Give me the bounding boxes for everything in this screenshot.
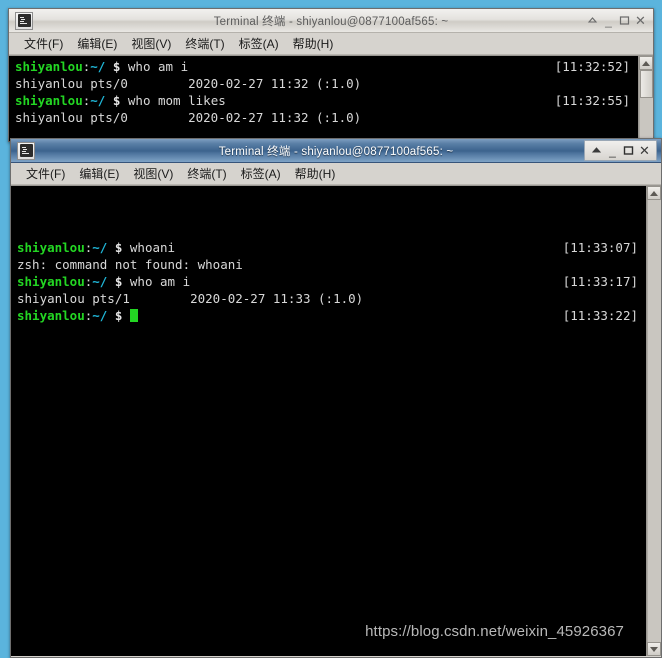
prompt-user: shiyanlou [17,240,85,255]
terminal-line: shiyanlou:~/ $ who mom likes [11:32:55] [15,92,638,109]
window-2-terminal-area: https://blog.csdn.net/weixin_45926367 sh… [11,185,661,656]
terminal-line: shiyanlou pts/0 2020-02-27 11:32 (:1.0) [15,75,638,92]
menu-label-file: 文件(F) [26,167,66,181]
scroll-track[interactable] [639,70,653,141]
window-1-terminal-area: shiyanlou:~/ $ who am i [11:32:52] shiyanl… [9,55,653,141]
minimize-icon[interactable]: _ [605,143,620,158]
prompt-sigil: $ [107,240,130,255]
maximize-icon[interactable] [617,13,632,28]
scroll-up-icon[interactable] [639,56,653,70]
menu-item-file[interactable]: 文件(F) [19,164,72,183]
shade-icon[interactable] [585,13,600,28]
window-2-title: Terminal 终端 - shiyanlou@0877100af565: ~ [218,145,454,158]
terminal-output-1[interactable]: shiyanlou:~/ $ who am i [11:32:52] shiyanl… [9,56,638,141]
terminal-timestamp: [11:32:55] [554,93,630,108]
prompt-sigil: $ [107,274,130,289]
window-2-menubar: 文件(F) 编辑(E) 视图(V) 终端(T) 标签(A) 帮助(H) [11,163,661,185]
terminal-output-text: zsh: command not found: whoani [17,257,243,272]
menu-label-terminal: 终端(T) [187,167,227,181]
terminal-line: shiyanlou:~/ $ who am i [11:32:52] [15,58,638,75]
menu-item-help[interactable]: 帮助(H) [288,164,343,183]
scroll-up-icon[interactable] [647,186,661,200]
menu-label-file: 文件(F) [24,37,64,51]
terminal-timestamp: [11:32:52] [554,59,630,74]
menu-label-help: 帮助(H) [292,37,334,51]
terminal-line: shiyanlou pts/0 2020-02-27 11:32 (:1.0) [15,109,638,126]
menu-label-view: 视图(V) [133,167,174,181]
scroll-thumb[interactable] [640,70,653,99]
terminal-line: shiyanlou:~/ $ whoani [11:33:07] [17,239,646,256]
menu-item-terminal[interactable]: 终端(T) [178,34,231,53]
menu-item-edit[interactable]: 编辑(E) [70,34,124,53]
menu-label-help: 帮助(H) [294,167,336,181]
prompt-path: ~/ [92,308,108,323]
menu-label-terminal: 终端(T) [185,37,225,51]
minimize-icon[interactable]: _ [601,13,616,28]
terminal-line: shiyanlou:~/ $ [11:33:22] [17,307,646,324]
maximize-icon[interactable] [621,143,636,158]
menu-label-tabs: 标签(A) [238,37,279,51]
prompt-user: shiyanlou [17,308,85,323]
prompt-path: ~/ [90,59,106,74]
menu-item-edit[interactable]: 编辑(E) [72,164,126,183]
menu-label-view: 视图(V) [131,37,172,51]
menu-item-terminal[interactable]: 终端(T) [180,164,233,183]
window-2-titlebar[interactable]: Terminal 终端 - shiyanlou@0877100af565: ~ … [11,139,661,163]
terminal-command-text: who mom likes [127,93,226,108]
window-2-buttons: _ ✕ [584,140,657,161]
watermark-text: https://blog.csdn.net/weixin_45926367 [365,623,624,640]
window-1-menubar: 文件(F) 编辑(E) 视图(V) 终端(T) 标签(A) 帮助(H) [9,33,653,55]
prompt-user: shiyanlou [15,59,83,74]
window-1-titlebar[interactable]: Terminal 终端 - shiyanlou@0877100af565: ~ … [9,9,653,33]
terminal-command-text: who am i [127,59,189,74]
terminal-icon [15,11,33,30]
terminal-line: shiyanlou pts/1 2020-02-27 11:33 (:1.0) [17,290,646,307]
prompt-sigil: $ [105,59,128,74]
prompt-sigil: $ [105,93,128,108]
close-icon[interactable]: ✕ [637,143,652,158]
prompt-path: ~/ [90,93,106,108]
menu-label-edit: 编辑(E) [79,167,120,181]
prompt-sigil: $ [107,308,130,323]
terminal-timestamp: [11:33:17] [562,274,638,289]
window-1-scrollbar[interactable] [638,56,653,141]
menu-item-tabs[interactable]: 标签(A) [232,34,286,53]
terminal-window-1[interactable]: Terminal 终端 - shiyanlou@0877100af565: ~ … [8,8,654,142]
terminal-output-text: shiyanlou pts/1 2020-02-27 11:33 (:1.0) [17,291,364,306]
terminal-timestamp: [11:33:22] [562,308,638,323]
menu-label-edit: 编辑(E) [77,37,118,51]
scroll-track[interactable] [647,200,661,642]
terminal-command-text: whoani [129,240,176,255]
terminal-window-2[interactable]: Terminal 终端 - shiyanlou@0877100af565: ~ … [10,138,662,658]
terminal-line: shiyanlou:~/ $ who am i [11:33:17] [17,273,646,290]
terminal-output-2[interactable]: https://blog.csdn.net/weixin_45926367 sh… [11,186,646,656]
terminal-output-text: shiyanlou pts/0 2020-02-27 11:32 (:1.0) [15,76,362,91]
terminal-timestamp: [11:33:07] [562,240,638,255]
menu-item-view[interactable]: 视图(V) [124,34,178,53]
terminal-cursor [129,309,138,322]
prompt-user: shiyanlou [17,274,85,289]
window-2-scrollbar[interactable] [646,186,661,656]
shade-icon[interactable] [589,143,604,158]
menu-item-view[interactable]: 视图(V) [126,164,180,183]
prompt-user: shiyanlou [15,93,83,108]
menu-item-file[interactable]: 文件(F) [17,34,70,53]
terminal-command-text: who am i [129,274,191,289]
terminal-line: zsh: command not found: whoani [17,256,646,273]
window-1-title: Terminal 终端 - shiyanlou@0877100af565: ~ [213,15,449,28]
terminal-icon [17,141,35,160]
menu-label-tabs: 标签(A) [240,167,281,181]
menu-item-help[interactable]: 帮助(H) [286,34,341,53]
window-1-buttons: _ ✕ [585,13,651,28]
close-icon[interactable]: ✕ [633,13,648,28]
prompt-path: ~/ [92,240,108,255]
menu-item-tabs[interactable]: 标签(A) [234,164,288,183]
terminal-output-text: shiyanlou pts/0 2020-02-27 11:32 (:1.0) [15,110,362,125]
scroll-down-icon[interactable] [647,642,661,656]
prompt-path: ~/ [92,274,108,289]
